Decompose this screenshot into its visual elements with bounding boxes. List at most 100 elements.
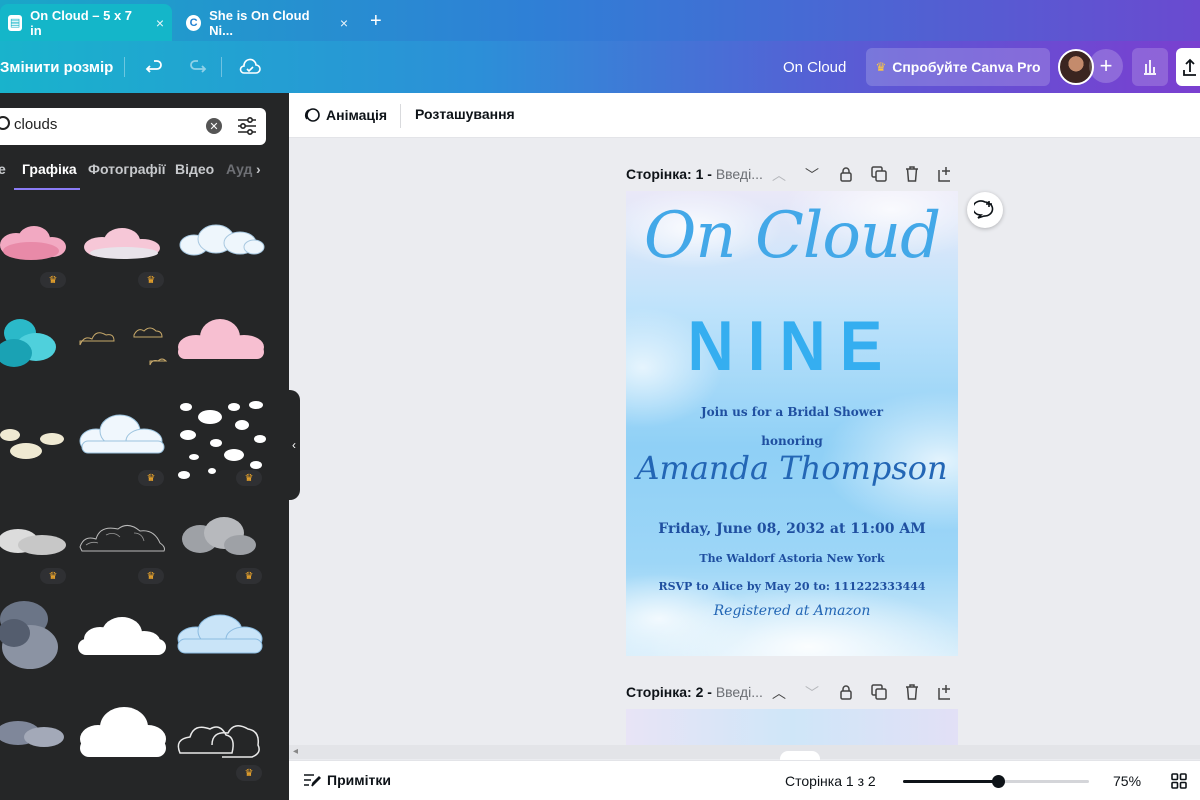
chevron-down-icon[interactable]: ﹀ — [802, 683, 822, 703]
redo-icon[interactable] — [186, 55, 210, 79]
page-label: Сторінка: 1 - — [626, 166, 712, 182]
search-box[interactable]: ✕ — [0, 108, 266, 145]
bar-chart-icon — [1144, 60, 1156, 75]
document-title-text: On Cloud — [783, 58, 847, 76]
design-invite-line[interactable]: Join us for a Bridal Shower — [626, 405, 958, 419]
resize-button[interactable]: Змінити розмір — [0, 41, 113, 93]
close-icon[interactable]: × — [340, 15, 348, 31]
editor-footer: Примітки Сторінка 1 з 2 75% — [289, 760, 1200, 800]
canva-logo-icon: C — [186, 14, 202, 31]
premium-badge: ♛ — [236, 765, 262, 781]
tab-photos[interactable]: Фотографії — [88, 161, 166, 177]
search-input[interactable] — [14, 116, 184, 133]
tab-audio[interactable]: Ауд — [226, 161, 252, 177]
pink-cloud-graphic[interactable] — [174, 315, 266, 367]
collapse-panel-button[interactable]: ‹ — [288, 390, 300, 500]
page-header: Сторінка: 2 - Введі... — [626, 684, 763, 700]
pink-cloud-graphic[interactable] — [80, 221, 166, 265]
design-title-block[interactable]: NINE — [626, 305, 958, 386]
try-canva-pro-button[interactable]: ♛ Спробуйте Canva Pro — [866, 48, 1050, 86]
design-date[interactable]: Friday, June 08, 2032 at 11:00 AM — [626, 521, 958, 537]
beige-cloud-graphic[interactable] — [0, 415, 70, 463]
share-button[interactable] — [1176, 48, 1200, 86]
design-registry[interactable]: Registered at Amazon — [626, 603, 958, 619]
zoom-level[interactable]: 75% — [1113, 773, 1141, 789]
outline-cloud-graphic[interactable] — [174, 709, 266, 761]
document-title[interactable]: On Cloud — [783, 41, 846, 93]
tab-label: On Cloud – 5 x 7 in — [30, 7, 133, 38]
scroll-left-icon[interactable]: ◂ — [293, 746, 298, 757]
blue-cloud-graphic[interactable] — [174, 611, 266, 661]
teal-cloud-graphic[interactable] — [0, 313, 62, 371]
design-title-script[interactable]: On Cloud — [626, 199, 958, 273]
add-comment-button[interactable] — [967, 192, 1003, 228]
premium-badge: ♛ — [138, 568, 164, 584]
lock-icon[interactable] — [836, 164, 856, 184]
storm-cloud-graphic[interactable] — [0, 593, 68, 677]
white-cloud-graphic[interactable] — [76, 615, 168, 659]
animation-icon — [304, 108, 320, 122]
design-page-2[interactable] — [626, 709, 958, 745]
crown-icon: ♛ — [875, 60, 887, 74]
dark-cloud-graphic[interactable] — [0, 709, 68, 757]
context-toolbar: Анімація Розташування — [289, 93, 1200, 138]
chevron-down-icon[interactable]: ﹀ — [802, 165, 822, 185]
page-title-input[interactable]: Введі... — [716, 166, 763, 182]
design-rsvp[interactable]: RSVP to Alice by May 20 to: 111222333444 — [626, 580, 958, 593]
browser-tab-on-cloud[interactable]: ▤ On Cloud – 5 x 7 in × — [0, 4, 172, 41]
document-icon: ▤ — [8, 14, 23, 31]
page-counter[interactable]: Сторінка 1 з 2 — [785, 773, 876, 789]
elements-panel: ✕ е Графіка Фотографії Відео Ауд › ♛ ♛ ♛… — [0, 93, 289, 800]
new-tab-button[interactable]: + — [370, 10, 382, 33]
add-page-icon[interactable] — [936, 164, 956, 184]
tab-all[interactable]: е — [0, 161, 6, 177]
close-icon[interactable]: × — [156, 15, 164, 31]
filter-icon[interactable] — [237, 117, 257, 135]
chevron-right-icon[interactable]: › — [256, 161, 261, 177]
trash-icon[interactable] — [902, 682, 922, 702]
category-tabs: е Графіка Фотографії Відео Ауд › — [0, 161, 289, 190]
zoom-slider[interactable] — [903, 775, 1089, 788]
undo-icon[interactable] — [142, 55, 166, 79]
zoom-slider-thumb[interactable] — [992, 775, 1005, 788]
pink-cloud-graphic[interactable] — [0, 221, 70, 265]
smoke-cloud-graphic[interactable] — [176, 513, 262, 561]
zoom-slider-fill — [903, 780, 998, 783]
animation-button[interactable]: Анімація — [303, 106, 387, 124]
horizontal-scrollbar[interactable]: ◂ — [289, 745, 1200, 759]
tab-video[interactable]: Відео — [175, 161, 214, 177]
page-title-input[interactable]: Введі... — [716, 684, 763, 700]
chevron-up-icon[interactable]: ︿ — [769, 683, 789, 703]
grey-cloud-graphic[interactable] — [0, 517, 70, 561]
position-button[interactable]: Розташування — [415, 106, 515, 122]
pro-label: Спробуйте Canva Pro — [892, 59, 1041, 75]
notes-button[interactable]: Примітки — [303, 772, 391, 788]
cloud-saved-icon[interactable] — [238, 55, 262, 79]
insights-button[interactable] — [1132, 48, 1168, 86]
design-name[interactable]: Amanda Thompson — [626, 449, 958, 487]
design-page-1[interactable]: On Cloud NINE Join us for a Bridal Showe… — [626, 191, 958, 656]
design-honoring[interactable]: honoring — [626, 434, 958, 448]
add-page-icon[interactable] — [936, 682, 956, 702]
design-venue[interactable]: The Waldorf Astoria New York — [626, 552, 958, 565]
white-cloud-graphic[interactable] — [76, 705, 168, 761]
white-cloud-graphic[interactable] — [76, 411, 168, 461]
white-cloud-graphic[interactable] — [174, 221, 266, 261]
browser-tab-she-is-on-cloud[interactable]: C She is On Cloud Ni... × — [178, 4, 356, 41]
premium-badge: ♛ — [236, 470, 262, 486]
duplicate-page-icon[interactable] — [869, 682, 889, 702]
chevron-up-icon[interactable]: ︿ — [769, 165, 789, 185]
grid-view-icon[interactable] — [1171, 773, 1187, 789]
editor-header: Змінити розмір On Cloud ♛ Спробуйте Canv… — [0, 41, 1200, 93]
browser-tab-bar: ▤ On Cloud – 5 x 7 in × C She is On Clou… — [0, 0, 1200, 41]
add-collaborator-button[interactable]: + — [1089, 49, 1123, 83]
premium-badge: ♛ — [40, 272, 66, 288]
sketch-cloud-graphic[interactable] — [76, 517, 168, 557]
tab-graphics[interactable]: Графіка — [22, 161, 77, 177]
upload-icon — [1183, 58, 1196, 76]
trash-icon[interactable] — [902, 164, 922, 184]
lock-icon[interactable] — [836, 682, 856, 702]
clear-search-icon[interactable]: ✕ — [206, 118, 222, 134]
duplicate-page-icon[interactable] — [869, 164, 889, 184]
outline-cloud-graphic[interactable] — [74, 315, 170, 371]
